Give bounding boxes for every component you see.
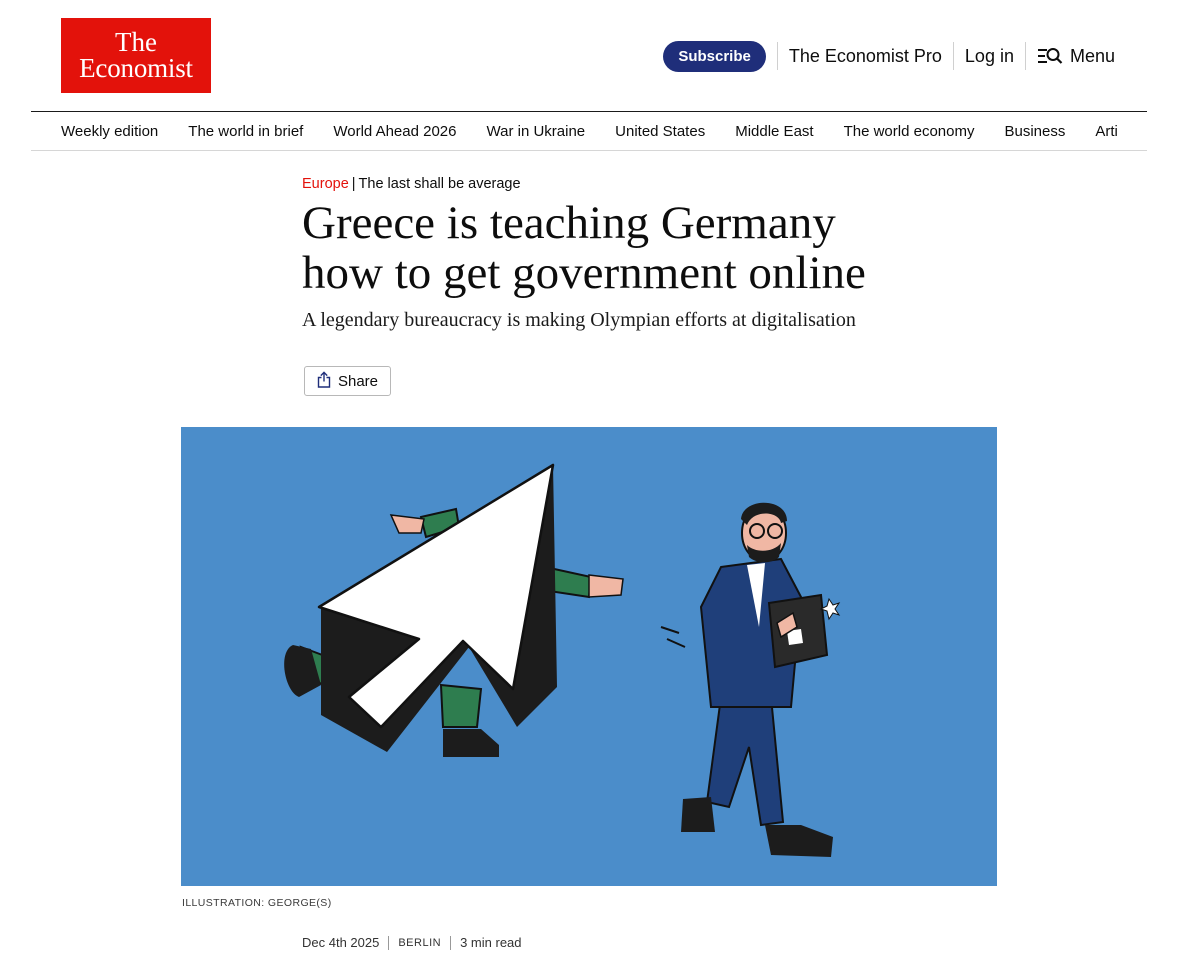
nav-weekly-edition[interactable]: Weekly edition [61, 123, 158, 140]
headline-line-1: Greece is teaching Germany [302, 197, 836, 249]
kicker-separator: | [351, 176, 356, 192]
image-credit: ILLUSTRATION: GEORGE(S) [182, 897, 332, 909]
headline-line-2: how to get government online [302, 247, 866, 299]
nav-war-in-ukraine[interactable]: War in Ukraine [487, 123, 586, 140]
section-link[interactable]: Europe [302, 176, 349, 192]
header-divider [1024, 42, 1026, 70]
economist-logo[interactable]: The Economist [61, 18, 211, 93]
logo-line-2: Economist [79, 52, 193, 83]
meta-divider [388, 935, 390, 950]
subscribe-button[interactable]: Subscribe [663, 40, 766, 72]
header-actions: Subscribe The Economist Pro Log in Menu [663, 40, 1115, 72]
article-kicker: Europe | The last shall be average [302, 176, 521, 192]
nav-middle-east[interactable]: Middle East [735, 123, 813, 140]
dateline: BERLIN [398, 936, 442, 949]
article-meta: Dec 4th 2025 BERLIN 3 min read [302, 935, 522, 950]
login-link[interactable]: Log in [965, 46, 1014, 67]
article-rubric: The last shall be average [358, 176, 521, 192]
illustration-art [284, 463, 841, 857]
nav-business[interactable]: Business [1004, 123, 1065, 140]
header-divider [952, 42, 954, 70]
nav-united-states[interactable]: United States [615, 123, 705, 140]
article-headline: Greece is teaching Germany how to get go… [302, 198, 922, 298]
nav-world-economy[interactable]: The world economy [844, 123, 975, 140]
nav-artificial-intelligence[interactable]: Artificial intel [1095, 123, 1118, 140]
nav-world-in-brief[interactable]: The world in brief [188, 123, 303, 140]
logo-line-1: The [115, 26, 157, 57]
header-divider [776, 42, 778, 70]
nav-world-ahead-2026[interactable]: World Ahead 2026 [333, 123, 456, 140]
menu-button[interactable]: Menu [1037, 46, 1115, 67]
meta-divider [450, 935, 452, 950]
official-figure [681, 502, 841, 857]
share-icon [317, 370, 331, 392]
page: The Economist Subscribe The Economist Pr… [0, 0, 1200, 959]
menu-label: Menu [1069, 45, 1115, 66]
article-illustration [181, 427, 997, 886]
cursor-figure [284, 463, 624, 757]
publish-date: Dec 4th 2025 [302, 935, 380, 950]
search-menu-icon [1037, 46, 1063, 66]
article-standfirst: A legendary bureaucracy is making Olympi… [302, 309, 856, 331]
share-label: Share [337, 372, 379, 390]
share-button[interactable]: Share [304, 366, 391, 396]
read-time: 3 min read [460, 935, 522, 950]
economist-pro-link[interactable]: The Economist Pro [789, 46, 942, 67]
nav-rule [31, 150, 1147, 151]
section-nav: Weekly edition The world in brief World … [61, 112, 1118, 150]
